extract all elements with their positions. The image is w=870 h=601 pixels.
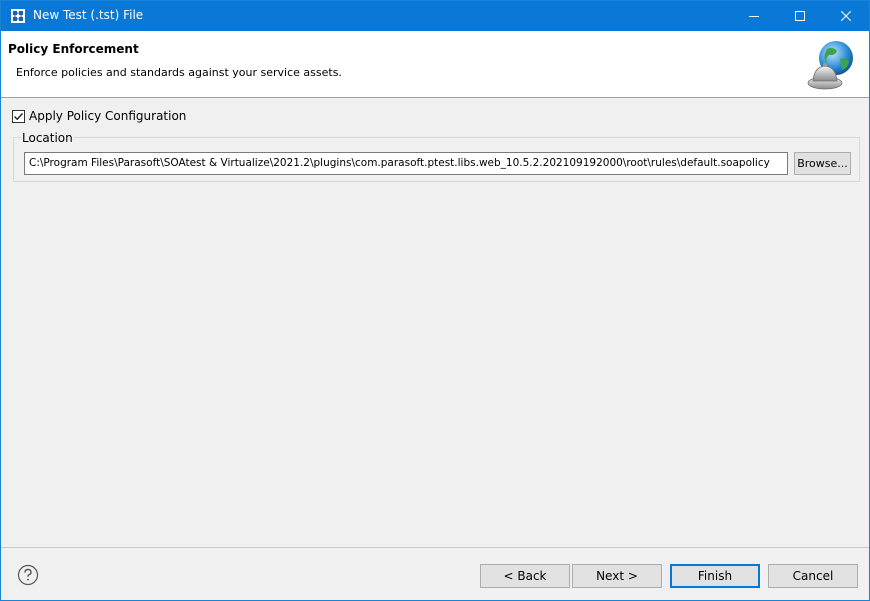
wizard-header: Policy Enforcement Enforce policies and … [1,31,869,98]
close-button[interactable] [823,1,869,31]
close-icon [841,11,851,21]
apply-policy-checkbox[interactable] [12,109,25,123]
wizard-footer: < Back Next > Finish Cancel [1,547,869,600]
title-bar[interactable]: New Test (.tst) File [1,1,869,31]
maximize-button[interactable] [777,1,823,31]
globe-bell-icon [807,41,853,90]
next-button[interactable]: Next > [572,564,662,588]
parasoft-app-icon [10,8,26,24]
minimize-button[interactable] [731,1,777,31]
wizard-content: Apply Policy Configuration Location C:\P… [1,99,869,547]
apply-policy-row[interactable]: Apply Policy Configuration [12,109,186,123]
window-title: New Test (.tst) File [33,8,144,22]
minimize-icon [749,16,759,17]
back-button[interactable]: < Back [480,564,570,588]
location-label: Location [21,131,74,145]
finish-button[interactable]: Finish [670,564,760,588]
maximize-icon [795,11,805,21]
checkmark-icon [14,112,24,120]
help-icon[interactable] [17,564,39,586]
page-description: Enforce policies and standards against y… [16,66,342,79]
browse-button[interactable]: Browse... [794,152,851,175]
apply-policy-label[interactable]: Apply Policy Configuration [29,109,186,123]
wizard-window: New Test (.tst) File Policy Enforcement … [0,0,870,601]
location-input[interactable]: C:\Program Files\Parasoft\SOAtest & Virt… [24,152,788,175]
cancel-button[interactable]: Cancel [768,564,858,588]
page-title: Policy Enforcement [8,42,139,56]
